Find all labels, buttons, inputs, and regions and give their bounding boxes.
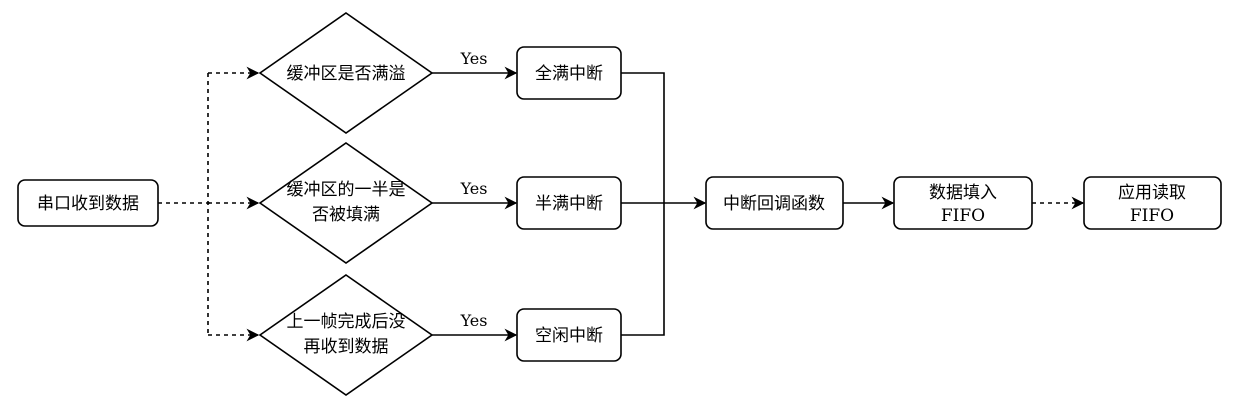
decision-idle-label-line1: 上一帧完成后没 bbox=[287, 312, 406, 332]
node-half-interrupt: 半满中断 bbox=[516, 176, 622, 230]
decision-half-full: 缓冲区的一半是 否被填满 bbox=[258, 142, 434, 264]
node-full-interrupt: 全满中断 bbox=[516, 46, 622, 100]
decision-buffer-full-label: 缓冲区是否满溢 bbox=[287, 64, 406, 84]
edge-label-yes-full: Yes bbox=[460, 49, 488, 68]
connector-interrupts-to-callback bbox=[621, 72, 707, 336]
node-idle-interrupt: 空闲中断 bbox=[516, 308, 622, 362]
node-fill-fifo-label-line1: 数据填入 bbox=[929, 183, 997, 203]
edge-label-yes-half: Yes bbox=[460, 179, 488, 198]
flowchart: Yes Yes Yes 串口收到数据 缓冲区是否满溢 缓冲区的一半是 否被填满 … bbox=[17, 12, 1222, 396]
decision-half-full-label-line1: 缓冲区的一半是 bbox=[287, 180, 406, 200]
node-serial-receive: 串口收到数据 bbox=[17, 179, 159, 227]
decision-idle-label-line2: 再收到数据 bbox=[304, 337, 389, 357]
connector-serial-to-decisions bbox=[158, 66, 260, 342]
connector-decisions-to-interrupts bbox=[432, 66, 518, 342]
node-full-interrupt-label: 全满中断 bbox=[535, 64, 603, 84]
node-fill-fifo-label-line2: FIFO bbox=[941, 206, 985, 226]
edge-label-yes-idle: Yes bbox=[460, 311, 488, 330]
decision-idle: 上一帧完成后没 再收到数据 bbox=[258, 274, 434, 396]
node-callback: 中断回调函数 bbox=[705, 176, 844, 230]
node-callback-label: 中断回调函数 bbox=[723, 194, 825, 214]
node-app-read-label-line1: 应用读取 bbox=[1118, 183, 1186, 203]
node-app-read-label-line2: FIFO bbox=[1130, 206, 1174, 226]
node-serial-receive-label: 串口收到数据 bbox=[37, 194, 139, 214]
node-app-read: 应用读取 FIFO bbox=[1083, 176, 1222, 230]
decision-half-full-label-line2: 否被填满 bbox=[312, 205, 380, 225]
node-half-interrupt-label: 半满中断 bbox=[535, 194, 603, 214]
node-fill-fifo: 数据填入 FIFO bbox=[893, 176, 1033, 230]
node-idle-interrupt-label: 空闲中断 bbox=[535, 326, 603, 346]
decision-buffer-full: 缓冲区是否满溢 bbox=[258, 12, 434, 134]
